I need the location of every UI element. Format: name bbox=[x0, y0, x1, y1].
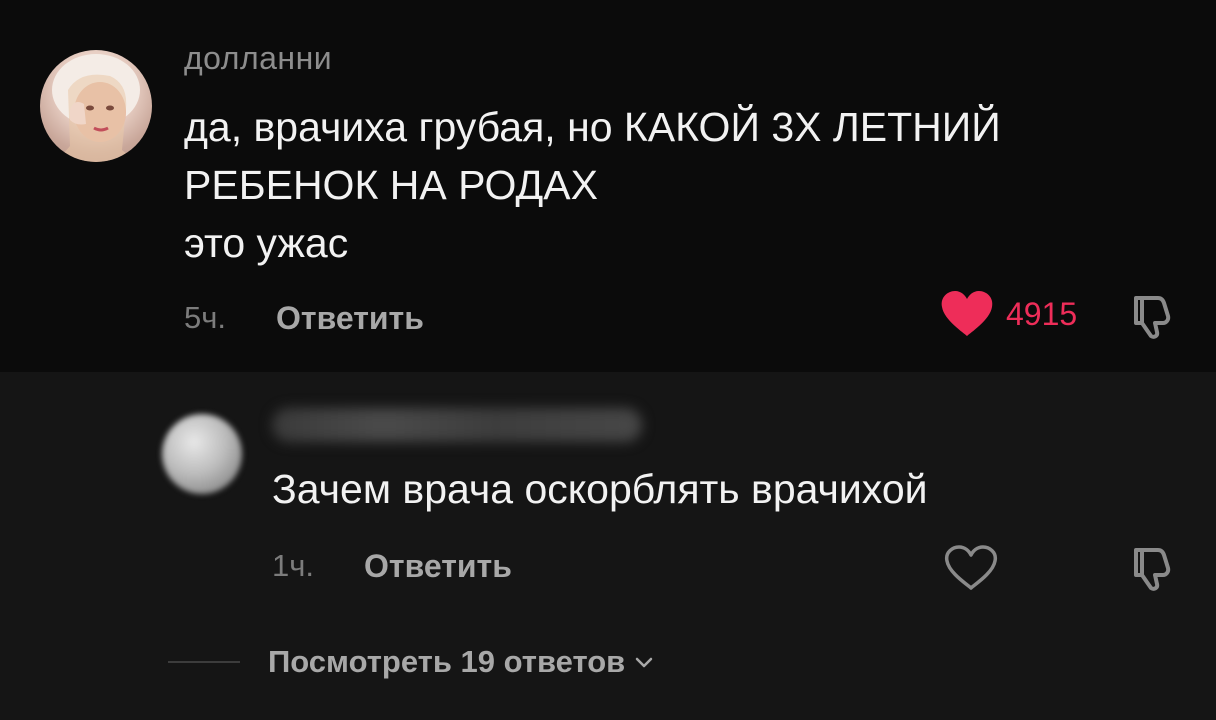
like-button[interactable]: 4915 bbox=[940, 290, 1077, 338]
chevron-down-icon bbox=[635, 657, 653, 668]
comment-meta: 5ч. Ответить bbox=[184, 296, 424, 340]
view-replies-label: Посмотреть 19 ответов bbox=[268, 644, 626, 679]
dislike-button[interactable] bbox=[1128, 544, 1176, 592]
like-button[interactable] bbox=[944, 544, 998, 597]
avatar[interactable] bbox=[162, 414, 242, 494]
comment-text-line: это ужас bbox=[184, 220, 349, 266]
comment-text-line: да, врачиха грубая, но КАКОЙ 3Х ЛЕТНИЙ bbox=[184, 104, 1001, 150]
reply-button[interactable]: Ответить bbox=[276, 300, 424, 337]
comment: долланни да, врачиха грубая, но КАКОЙ 3Х… bbox=[0, 0, 1216, 372]
reply-text: Зачем врача оскорблять врачихой bbox=[272, 466, 928, 512]
comment-text: да, врачиха грубая, но КАКОЙ 3Х ЛЕТНИЙ Р… bbox=[184, 98, 1174, 272]
avatar[interactable] bbox=[40, 50, 152, 162]
dislike-button[interactable] bbox=[1128, 292, 1176, 340]
thumbs-down-icon bbox=[1134, 296, 1171, 339]
reply-meta: 1ч. Ответить bbox=[272, 544, 512, 588]
reply-time: 1ч. bbox=[272, 548, 315, 583]
thumbs-down-icon bbox=[1134, 548, 1171, 591]
comment-time: 5ч. bbox=[184, 300, 227, 335]
avatar-image bbox=[52, 54, 140, 162]
comment-text-line: РЕБЕНОК НА РОДАХ bbox=[184, 162, 598, 208]
reply-button[interactable]: Ответить bbox=[364, 548, 512, 585]
reply-username-blurred[interactable] bbox=[272, 408, 642, 442]
heart-filled-icon bbox=[941, 291, 993, 336]
heart-outline-icon bbox=[944, 545, 998, 590]
reply-comment: Зачем врача оскорблять врачихой 1ч. Отве… bbox=[0, 372, 1216, 720]
comments-screen: долланни да, врачиха грубая, но КАКОЙ 3Х… bbox=[0, 0, 1216, 720]
divider bbox=[168, 661, 240, 663]
view-replies-button[interactable]: Посмотреть 19 ответов bbox=[168, 644, 655, 680]
like-count: 4915 bbox=[1006, 295, 1078, 332]
comment-username[interactable]: долланни bbox=[184, 40, 332, 77]
